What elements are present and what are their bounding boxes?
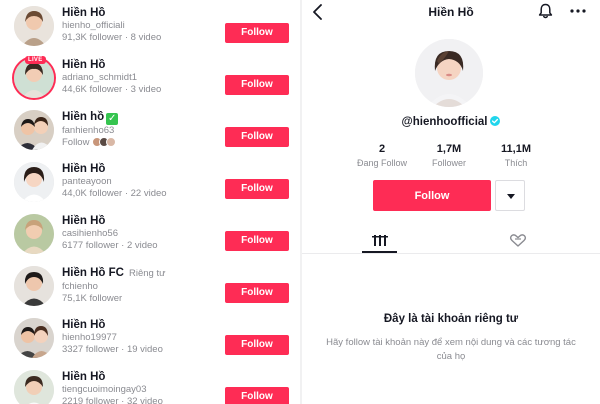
list-item[interactable]: Hiền Hồ FC Riêng tư fchienho 75,1K follow… xyxy=(0,266,300,318)
private-tag: Riêng tư xyxy=(128,268,166,279)
account-handle: tiengcuoimoingay03 xyxy=(62,384,147,395)
check-box-icon: ✓ xyxy=(106,113,119,125)
follow-button[interactable]: Follow xyxy=(225,387,289,404)
account-meta: Follow xyxy=(62,137,222,151)
account-name: Hiền Hồ xyxy=(62,59,106,71)
account-handle: hienho_officiali xyxy=(62,20,125,31)
account-meta: 75,1K follower xyxy=(62,293,123,304)
account-handle: casihienho56 xyxy=(62,228,118,239)
account-handle: fchienho xyxy=(62,281,98,292)
search-results-list: Hiền Hồ hienho_officiali 91,3K follower … xyxy=(0,0,300,404)
stat-label: Thích xyxy=(504,158,528,168)
account-name: Hiền Hồ xyxy=(62,319,106,331)
avatar[interactable] xyxy=(14,318,54,358)
list-item[interactable]: Hiền Hồ hienho_officiali 91,3K follower … xyxy=(0,6,300,58)
avatar[interactable] xyxy=(14,214,54,254)
avatar[interactable] xyxy=(14,6,54,46)
list-item[interactable]: Hiền Hồ tiengcuoimoingay03 2219 follower… xyxy=(0,370,300,404)
account-meta: 44,6K follower · 3 video xyxy=(62,84,162,95)
follow-button[interactable]: Follow xyxy=(225,231,289,251)
list-item[interactable]: LIVE Hiền Hồ adriano_schmidt1 44,6K foll… xyxy=(0,56,300,110)
bell-icon[interactable] xyxy=(538,3,553,19)
profile-avatar xyxy=(415,39,483,107)
account-name: Hiền Hồ xyxy=(62,371,106,383)
account-name: Hiền hồ ✓ xyxy=(62,111,119,125)
account-name: Hiền Hồ FC Riêng tư xyxy=(62,267,166,279)
avatar[interactable] xyxy=(14,162,54,202)
follow-button[interactable]: Follow xyxy=(225,127,289,147)
list-item[interactable]: Hiền Hồ casihienho56 6177 follower · 2 v… xyxy=(0,214,300,266)
account-handle: adriano_schmidt1 xyxy=(62,72,137,83)
account-meta: 2219 follower · 32 video xyxy=(62,396,163,404)
caret-down-icon xyxy=(507,194,515,199)
account-meta: 6177 follower · 2 video xyxy=(62,240,158,251)
account-handle: hienho19977 xyxy=(62,332,117,343)
avatar[interactable] xyxy=(14,110,54,150)
tabs-divider xyxy=(302,253,600,254)
stat-likes: 11,1M Thích xyxy=(476,142,556,169)
avatar[interactable] xyxy=(14,370,54,404)
account-meta: 3327 follower · 19 video xyxy=(62,344,163,355)
follow-button[interactable]: Follow xyxy=(225,283,289,303)
private-account-title: Đây là tài khoản riêng tư xyxy=(383,313,519,325)
profile-panel: Hiền Hồ @hienhoofficial 2 Đang Follow 1,… xyxy=(302,0,600,404)
account-handle: fanhienho63 xyxy=(62,125,115,136)
account-meta: 44,0K follower · 22 video xyxy=(62,188,167,199)
mutual-followers xyxy=(92,137,117,151)
follow-button[interactable]: Follow xyxy=(225,335,289,355)
account-meta: 91,3K follower · 8 video xyxy=(62,32,162,43)
live-badge: LIVE xyxy=(25,56,46,64)
account-name: Hiền Hồ xyxy=(62,215,106,227)
follow-button[interactable]: Follow xyxy=(225,75,289,95)
account-name: Hiền Hồ xyxy=(62,163,106,175)
more-dots-icon[interactable] xyxy=(570,9,586,13)
profile-username: @hienhoofficial xyxy=(302,116,600,128)
stat-value: 11,1M xyxy=(501,143,531,155)
follow-button[interactable]: Follow xyxy=(225,23,289,43)
private-account-description: Hãy follow tài khoản này để xem nội dung… xyxy=(326,337,576,362)
suggestions-dropdown-button[interactable] xyxy=(495,180,525,211)
avatar[interactable] xyxy=(14,266,54,306)
avatar[interactable] xyxy=(14,58,54,98)
list-item[interactable]: Hiền Hồ hienho19977 3327 follower · 19 v… xyxy=(0,318,300,370)
page-title: Hiền Hồ xyxy=(428,5,474,19)
account-handle: panteayoon xyxy=(62,176,112,187)
list-item[interactable]: Hiền hồ ✓ fanhienho63 Follow Follow xyxy=(0,110,300,162)
liked-heart-icon[interactable] xyxy=(498,228,538,254)
follow-button[interactable]: Follow xyxy=(225,179,289,199)
verified-badge-icon xyxy=(490,116,501,126)
account-name: Hiền Hồ xyxy=(62,7,106,19)
list-item[interactable]: Hiền Hồ panteayoon 44,0K follower · 22 v… xyxy=(0,162,300,214)
profile-follow-button[interactable]: Follow xyxy=(373,180,491,211)
